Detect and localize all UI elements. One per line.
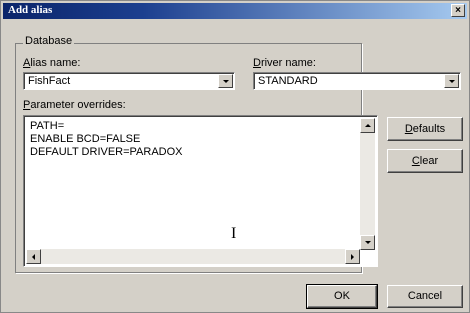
vertical-scrollbar[interactable] [360,118,375,250]
driver-name-label: Driver name: [253,57,316,69]
clear-button[interactable]: Clear [387,149,463,173]
clear-label-rest: lear [419,155,439,167]
scroll-left-button[interactable] [26,249,41,264]
close-icon: × [455,5,461,16]
cancel-button[interactable]: Cancel [387,285,463,308]
memo-line: ENABLE BCD=FALSE [30,133,141,145]
defaults-accel: D [404,123,413,135]
driver-accel: D [253,57,261,69]
text-cursor-icon: I [231,225,237,242]
params-label-rest: arameter overrides: [30,99,126,111]
arrow-up-icon [365,124,371,127]
scroll-up-button[interactable] [360,118,375,133]
title-bar[interactable]: Add alias × [3,3,467,19]
parameter-overrides-memo[interactable]: PATH= ENABLE BCD=FALSE DEFAULT DRIVER=PA… [23,115,378,267]
arrow-down-icon [365,241,371,244]
alias-label-rest: lias name: [30,57,81,69]
memo-line: DEFAULT DRIVER=PARADOX [30,146,183,158]
memo-line: PATH= [30,120,65,132]
clear-accel: C [411,155,420,167]
parameter-overrides-label: Parameter overrides: [23,99,126,111]
dialog-title: Add alias [8,4,53,16]
defaults-button[interactable]: Defaults [387,117,463,141]
driver-name-value: STANDARD [258,75,318,87]
arrow-left-icon [32,254,35,260]
alias-name-combo[interactable]: FishFact [23,72,235,90]
driver-dropdown-button[interactable] [444,74,459,88]
horizontal-scrollbar[interactable] [26,249,360,264]
ok-button[interactable]: OK [306,284,378,309]
driver-label-rest: river name: [260,57,316,69]
alias-name-label: Alias name: [23,57,80,69]
arrow-right-icon [351,254,354,260]
scroll-right-button[interactable] [345,249,360,264]
defaults-label-rest: efaults [412,123,446,135]
chevron-down-icon [223,80,229,83]
scroll-down-button[interactable] [360,235,375,250]
chevron-down-icon [449,80,455,83]
alias-dropdown-button[interactable] [218,74,233,88]
database-group-title: Database [23,35,75,47]
add-alias-dialog: Add alias × Database Alias name: FishFac… [0,0,470,313]
driver-name-combo[interactable]: STANDARD [253,72,461,90]
alias-name-value: FishFact [28,75,71,87]
close-button[interactable]: × [451,4,465,17]
